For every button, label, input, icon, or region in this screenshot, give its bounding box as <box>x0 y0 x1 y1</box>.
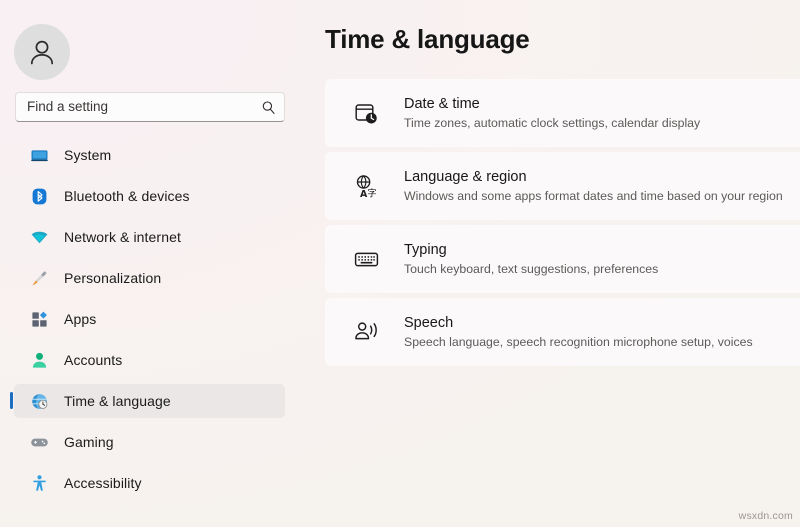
sidebar-item-gaming[interactable]: Gaming <box>14 425 285 459</box>
person-icon <box>28 349 50 371</box>
sidebar-item-accounts[interactable]: Accounts <box>14 343 285 377</box>
settings-card-subtitle: Time zones, automatic clock settings, ca… <box>404 116 701 130</box>
search-icon[interactable] <box>260 100 276 115</box>
speech-icon <box>351 317 381 347</box>
search-container <box>15 92 285 122</box>
settings-card-typing[interactable]: Typing Touch keyboard, text suggestions,… <box>325 225 800 293</box>
sidebar-item-label: Network & internet <box>64 229 181 245</box>
wifi-icon <box>28 226 50 248</box>
settings-card-title: Date & time <box>404 96 480 112</box>
account-block[interactable] <box>0 0 300 86</box>
settings-card-title: Typing <box>404 242 447 258</box>
sidebar-item-network-internet[interactable]: Network & internet <box>14 220 285 254</box>
sidebar-item-accessibility[interactable]: Accessibility <box>14 466 285 500</box>
apps-grid-icon <box>28 308 50 330</box>
sidebar-item-label: Gaming <box>64 434 114 450</box>
accessibility-icon <box>28 472 50 494</box>
search-box[interactable] <box>15 92 285 122</box>
settings-card-list: Date & time Time zones, automatic clock … <box>325 79 800 366</box>
sidebar-nav: System Bluetooth & devices Network & int… <box>0 138 300 500</box>
settings-card-subtitle: Touch keyboard, text suggestions, prefer… <box>404 262 659 276</box>
monitor-icon <box>28 144 50 166</box>
settings-card-text: Speech Speech language, speech recogniti… <box>404 314 753 350</box>
bluetooth-icon <box>28 185 50 207</box>
settings-card-text: Language & region Windows and some apps … <box>404 168 783 204</box>
settings-card-subtitle: Speech language, speech recognition micr… <box>404 335 753 349</box>
sidebar-item-apps[interactable]: Apps <box>14 302 285 336</box>
main-content: Time & language Date & time Time zones, … <box>300 0 800 527</box>
settings-window: System Bluetooth & devices <box>0 0 800 527</box>
sidebar-item-bluetooth-devices[interactable]: Bluetooth & devices <box>14 179 285 213</box>
translate-globe-icon: A 字 <box>351 171 381 201</box>
sidebar-item-label: Accounts <box>64 352 123 368</box>
settings-card-date-time[interactable]: Date & time Time zones, automatic clock … <box>325 79 800 147</box>
sidebar-item-personalization[interactable]: Personalization <box>14 261 285 295</box>
gamepad-icon <box>28 431 50 453</box>
sidebar-item-label: Apps <box>64 311 97 327</box>
sidebar-item-label: Bluetooth & devices <box>64 188 190 204</box>
sidebar-item-label: Time & language <box>64 393 171 409</box>
settings-card-speech[interactable]: Speech Speech language, speech recogniti… <box>325 298 800 366</box>
sidebar-item-label: System <box>64 147 112 163</box>
calendar-clock-icon <box>351 98 381 128</box>
settings-card-title: Language & region <box>404 169 527 185</box>
settings-card-language-region[interactable]: A 字 Language & region Windows and some a… <box>325 152 800 220</box>
sidebar-item-time-language[interactable]: Time & language <box>10 384 285 418</box>
svg-text:字: 字 <box>367 187 376 198</box>
sidebar-item-system[interactable]: System <box>14 138 285 172</box>
person-avatar-icon <box>25 35 59 69</box>
sidebar-item-label: Accessibility <box>64 475 142 491</box>
paintbrush-icon <box>28 267 50 289</box>
settings-card-text: Date & time Time zones, automatic clock … <box>404 95 700 131</box>
settings-card-text: Typing Touch keyboard, text suggestions,… <box>404 241 658 277</box>
avatar[interactable] <box>14 24 70 80</box>
sidebar: System Bluetooth & devices <box>0 0 300 527</box>
settings-card-subtitle: Windows and some apps format dates and t… <box>404 189 783 203</box>
sidebar-item-label: Personalization <box>64 270 162 286</box>
watermark: wsxdn.com <box>738 510 793 522</box>
search-input[interactable] <box>27 94 260 120</box>
globe-clock-icon <box>28 390 50 412</box>
keyboard-icon <box>351 244 381 274</box>
settings-card-title: Speech <box>404 315 454 331</box>
page-title: Time & language <box>325 24 530 54</box>
